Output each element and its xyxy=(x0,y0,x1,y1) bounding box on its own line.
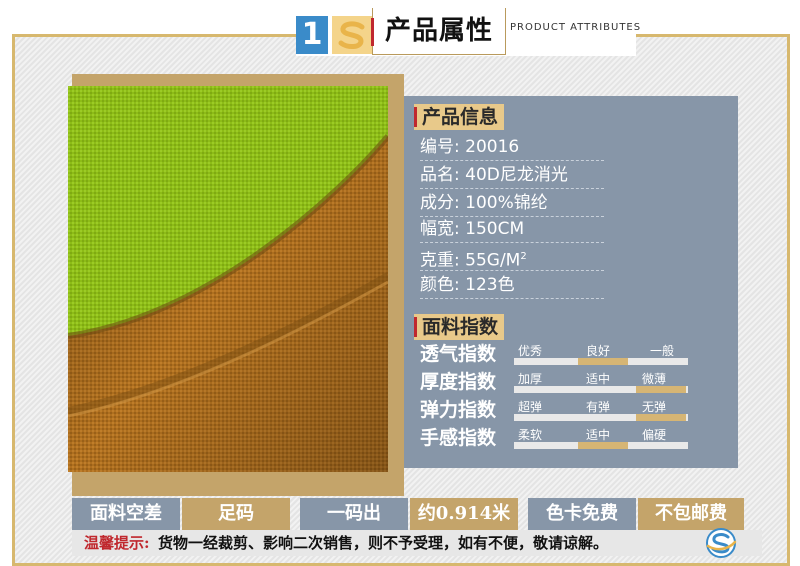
scale-option-high: 偏硬 xyxy=(642,428,667,442)
scale-option-low: 优秀 xyxy=(518,344,543,358)
info-label: 克重: xyxy=(420,250,460,271)
index-label: 手感指数 xyxy=(420,427,497,449)
scale-option-high: 微薄 xyxy=(642,372,667,386)
scale-bar xyxy=(514,442,688,449)
scale-option-low: 加厚 xyxy=(518,372,543,386)
product-info-heading: 产品信息 xyxy=(414,104,505,130)
info-value: 123色 xyxy=(465,275,515,295)
policy-row: 面料空差 足码 一码出 约0.914米 色卡免费 不包邮费 xyxy=(72,498,744,530)
scale-option-mid: 良好 xyxy=(586,344,611,358)
index-label: 透气指数 xyxy=(420,343,497,365)
fabric-photo xyxy=(68,86,388,472)
scale-option-high: 无弹 xyxy=(642,400,667,414)
section-number: 1 xyxy=(296,16,328,54)
minimum-order-value: 约0.914米 xyxy=(410,498,518,530)
info-row-color: 颜色: 123色 xyxy=(420,272,604,299)
info-label: 品名: xyxy=(420,165,460,185)
fabric-index-heading: 面料指数 xyxy=(414,314,505,340)
tolerance-label: 面料空差 xyxy=(72,498,180,530)
brand-s-icon xyxy=(332,16,372,54)
info-value: 150CM xyxy=(465,219,525,239)
shipping-label: 不包邮费 xyxy=(638,498,744,530)
scale-bar xyxy=(514,358,688,365)
page-title: 产品属性 xyxy=(371,8,506,55)
scale-fill xyxy=(578,358,628,365)
scale-bar xyxy=(514,386,688,393)
minimum-order-label: 一码出 xyxy=(300,498,408,530)
index-scale: 加厚 适中 微薄 xyxy=(514,370,688,396)
brand-s-icon xyxy=(704,528,738,558)
index-label: 厚度指数 xyxy=(420,371,497,393)
info-label: 幅宽: xyxy=(420,219,460,239)
info-superscript: 2 xyxy=(520,251,527,262)
notice-label: 温馨提示: xyxy=(84,534,150,552)
info-label: 编号: xyxy=(420,137,460,157)
index-label: 弹力指数 xyxy=(420,399,497,421)
info-value: 100%锦纶 xyxy=(465,193,548,213)
info-value: 20016 xyxy=(465,137,520,157)
scale-fill xyxy=(636,414,686,421)
notice-text: 货物一经裁剪、影响二次销售，则不予受理，如有不便，敬请谅解。 xyxy=(158,534,609,552)
info-label: 颜色: xyxy=(420,275,460,295)
scale-bar xyxy=(514,414,688,421)
scale-option-low: 柔软 xyxy=(518,428,543,442)
info-value: 55G/M xyxy=(465,250,521,271)
info-row-width: 幅宽: 150CM xyxy=(420,216,604,243)
scale-fill xyxy=(578,442,628,449)
scale-option-low: 超弹 xyxy=(518,400,543,414)
scale-option-mid: 有弹 xyxy=(586,400,611,414)
scale-option-mid: 适中 xyxy=(586,428,611,442)
scale-option-mid: 适中 xyxy=(586,372,611,386)
info-row-weight: 克重: 55G/M2 xyxy=(420,244,604,271)
tolerance-value: 足码 xyxy=(182,498,290,530)
index-scale: 优秀 良好 一般 xyxy=(514,342,688,368)
info-row-code: 编号: 20016 xyxy=(420,134,604,161)
info-value: 40D尼龙消光 xyxy=(465,165,568,185)
scale-option-high: 一般 xyxy=(650,344,675,358)
info-row-name: 品名: 40D尼龙消光 xyxy=(420,162,604,189)
scale-fill xyxy=(636,386,686,393)
index-scale: 超弹 有弹 无弹 xyxy=(514,398,688,424)
info-row-composition: 成分: 100%锦纶 xyxy=(420,190,604,217)
notice-bar: 温馨提示: 货物一经裁剪、影响二次销售，则不予受理，如有不便，敬请谅解。 xyxy=(72,530,762,556)
free-swatch-label: 色卡免费 xyxy=(528,498,636,530)
index-scale: 柔软 适中 偏硬 xyxy=(514,426,688,452)
info-label: 成分: xyxy=(420,193,460,213)
page-subtitle: PRODUCT ATTRIBUTES xyxy=(510,22,642,33)
